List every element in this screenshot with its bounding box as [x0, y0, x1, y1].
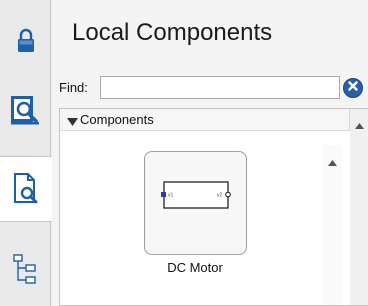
tab-library[interactable]: [0, 84, 51, 134]
svg-text:v1: v1: [168, 193, 174, 199]
clear-x-icon: [347, 79, 359, 97]
dc-motor-component-icon: v1 v2: [159, 178, 234, 217]
find-label: Find:: [59, 80, 88, 95]
component-list-scrollbar[interactable]: [323, 145, 342, 305]
tab-document-search[interactable]: [0, 156, 52, 222]
components-tree: Components v1 v2 DC Motor: [59, 108, 368, 306]
tab-lock[interactable]: [0, 20, 51, 62]
clear-search-button[interactable]: [343, 78, 363, 98]
component-card-dc-motor[interactable]: v1 v2: [144, 151, 247, 255]
panel-title: Local Components: [72, 19, 273, 46]
tree-scrollbar[interactable]: [350, 109, 368, 305]
local-components-panel: Local Components Find: Components v1 v2 …: [52, 0, 368, 306]
collapse-triangle-icon[interactable]: [67, 114, 78, 132]
list-scroll-up-arrow-icon[interactable]: [328, 153, 337, 171]
svg-text:v2: v2: [217, 193, 223, 199]
component-card-label: DC Motor: [167, 260, 223, 275]
tab-hierarchy[interactable]: [0, 244, 51, 294]
find-row: Find:: [52, 76, 368, 100]
components-section-label: Components: [80, 112, 154, 127]
lock-icon: [16, 28, 36, 54]
library-icon: [9, 92, 43, 126]
components-section-header[interactable]: Components: [60, 109, 350, 131]
document-search-icon: [11, 172, 41, 206]
vertical-tab-strip: [0, 0, 52, 306]
find-input[interactable]: [100, 76, 340, 99]
hierarchy-tree-icon: [11, 252, 41, 286]
scroll-up-arrow-icon[interactable]: [355, 116, 364, 134]
